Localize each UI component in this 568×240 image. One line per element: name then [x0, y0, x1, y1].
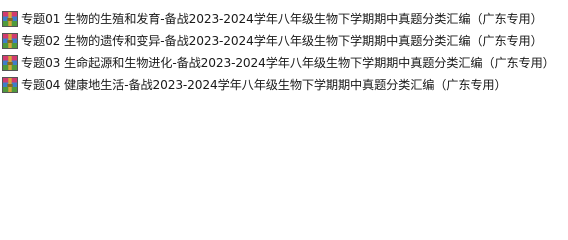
file-name: 专题04 健康地生活-备战2023-2024学年八年级生物下学期期中真题分类汇编…: [21, 78, 507, 92]
file-name: 专题02 生物的遗传和变异-备战2023-2024学年八年级生物下学期期中真题分…: [21, 34, 543, 48]
rar-archive-icon: [2, 55, 18, 71]
rar-archive-icon: [2, 11, 18, 27]
rar-archive-icon: [2, 77, 18, 93]
file-name: 专题03 生命起源和生物进化-备战2023-2024学年八年级生物下学期期中真题…: [21, 56, 555, 70]
file-list: 专题01 生物的生殖和发育-备战2023-2024学年八年级生物下学期期中真题分…: [0, 0, 568, 200]
file-item[interactable]: 专题03 生命起源和生物进化-备战2023-2024学年八年级生物下学期期中真题…: [2, 52, 555, 74]
file-name: 专题01 生物的生殖和发育-备战2023-2024学年八年级生物下学期期中真题分…: [21, 12, 543, 26]
file-item[interactable]: 专题02 生物的遗传和变异-备战2023-2024学年八年级生物下学期期中真题分…: [2, 30, 543, 52]
rar-archive-icon: [2, 33, 18, 49]
file-item[interactable]: 专题04 健康地生活-备战2023-2024学年八年级生物下学期期中真题分类汇编…: [2, 74, 507, 96]
file-item[interactable]: 专题01 生物的生殖和发育-备战2023-2024学年八年级生物下学期期中真题分…: [2, 8, 543, 30]
